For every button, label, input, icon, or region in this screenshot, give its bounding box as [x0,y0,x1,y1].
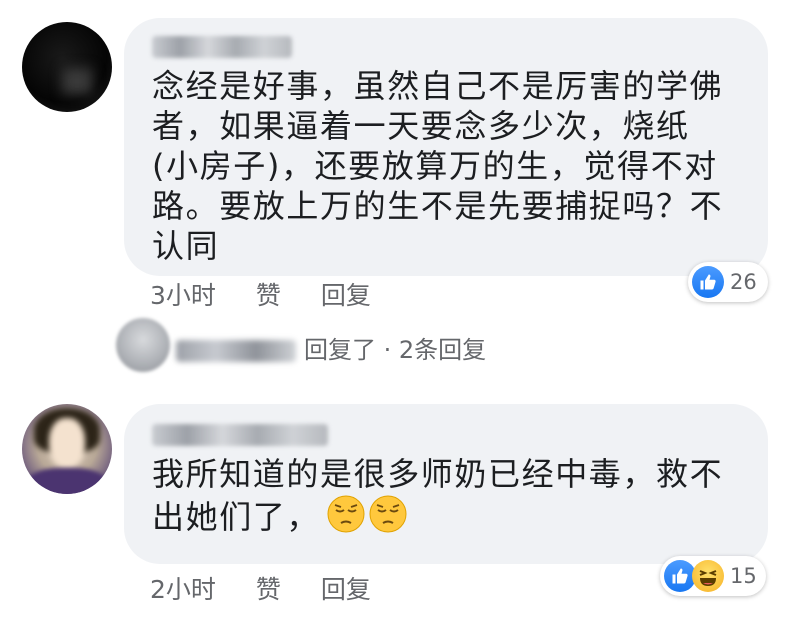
commenter-avatar[interactable] [22,22,112,112]
like-button[interactable]: 赞 [256,276,281,312]
reaction-count: 15 [730,564,757,588]
view-replies-link[interactable]: 回复了 · 2条回复 [176,330,490,365]
pensive-face-icon [368,494,408,534]
comment-text: 我所知道的是很多师奶已经中毒，救不 出她们了， [152,454,752,537]
like-icon [692,266,724,298]
comment-timestamp[interactable]: 2小时 [150,570,216,606]
reply-button[interactable]: 回复 [321,570,371,606]
comment-timestamp[interactable]: 3小时 [150,276,216,312]
reactions-summary[interactable]: 15 [660,556,766,596]
reply-avatar[interactable] [116,318,170,372]
comment-text: 念经是好事，虽然自己不是厉害的学佛 者，如果逼着一天要念多少次，烧纸 (小房子)… [152,67,724,265]
reply-button[interactable]: 回复 [321,276,371,312]
reply-thread-label: 回复了 · 2条回复 [304,336,487,364]
commenter-name-blurred[interactable] [152,36,292,58]
comment-actions: 3小时 赞 回复 [150,276,371,312]
pensive-face-icon [326,494,366,534]
reaction-count: 26 [730,270,757,294]
reactions-summary[interactable]: 26 [688,262,768,302]
commenter-name-blurred[interactable] [152,424,328,446]
haha-icon [692,560,724,592]
like-button[interactable]: 赞 [256,570,281,606]
commenter-avatar[interactable] [22,404,112,494]
replier-name-blurred [176,340,296,362]
comment-actions: 2小时 赞 回复 [150,570,371,606]
comment-text-content: 我所知道的是很多师奶已经中毒，救不 出她们了， [152,455,724,536]
